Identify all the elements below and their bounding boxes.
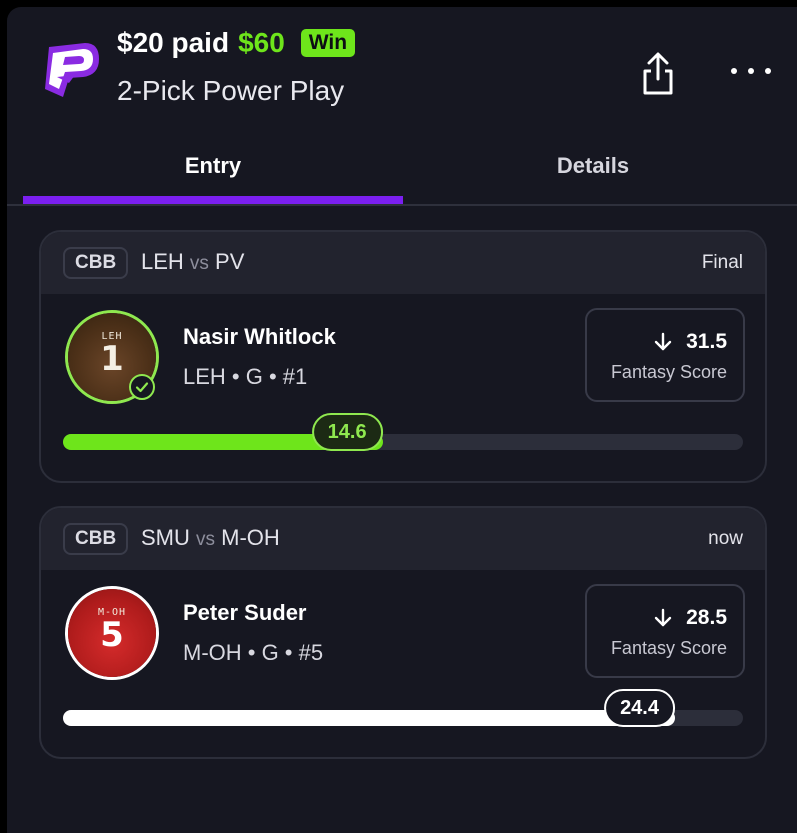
team-a: SMU bbox=[141, 525, 190, 550]
player-name: Peter Suder bbox=[183, 600, 307, 625]
projection-box: 28.5 Fantasy Score bbox=[585, 584, 745, 678]
tab-bar: Entry Details bbox=[7, 131, 797, 206]
team-b: M-OH bbox=[221, 525, 280, 550]
progress-track: 24.4 bbox=[63, 689, 743, 727]
player-meta: LEH • G • #1 bbox=[183, 364, 308, 389]
result-badge: Win bbox=[300, 29, 356, 57]
projection-line: 28.5 bbox=[652, 606, 727, 630]
paid-amount: $20 paid bbox=[117, 27, 230, 58]
arrow-down-icon bbox=[654, 608, 672, 627]
pick-card-header: CBB SMU vs M-OH now bbox=[41, 508, 765, 570]
tab-details[interactable]: Details bbox=[403, 131, 783, 201]
projection-box: 31.5 Fantasy Score bbox=[585, 308, 745, 402]
jersey-number: 1 bbox=[100, 338, 124, 379]
matchup: LEH vs PV bbox=[141, 249, 244, 275]
entry-header: $20 paid $60 Win 2-Pick Power Play bbox=[7, 7, 797, 127]
game-status: now bbox=[708, 528, 743, 549]
progress-track: 14.6 bbox=[63, 413, 743, 451]
pick-card[interactable]: CBB SMU vs M-OH now M-OH 5 Peter Suder M… bbox=[39, 506, 767, 759]
league-badge: CBB bbox=[63, 247, 129, 279]
stat-type: Fantasy Score bbox=[610, 638, 727, 658]
league-badge: CBB bbox=[63, 523, 129, 555]
entry-type: 2-Pick Power Play bbox=[117, 75, 345, 106]
tab-entry[interactable]: Entry bbox=[23, 131, 403, 201]
line-value: 31.5 bbox=[686, 330, 727, 353]
stat-type: Fantasy Score bbox=[610, 362, 727, 382]
player-name: Nasir Whitlock bbox=[183, 324, 336, 349]
pick-card-header: CBB LEH vs PV Final bbox=[41, 232, 765, 294]
current-value-pill: 24.4 bbox=[604, 689, 675, 727]
share-icon bbox=[643, 52, 673, 95]
payout-amount: $60 bbox=[238, 27, 285, 58]
team-a: LEH bbox=[141, 249, 184, 274]
app-root: $20 paid $60 Win 2-Pick Power Play Entry… bbox=[7, 7, 797, 833]
payout-summary: $20 paid $60 Win bbox=[117, 27, 356, 59]
share-button[interactable] bbox=[637, 51, 679, 97]
progress-fill bbox=[63, 710, 675, 726]
player-meta: M-OH • G • #5 bbox=[183, 640, 324, 665]
more-options-button[interactable] bbox=[731, 59, 771, 83]
jersey-image: M-OH 5 bbox=[68, 589, 156, 677]
prizepicks-logo-icon bbox=[39, 37, 103, 103]
vs-label: vs bbox=[189, 253, 209, 274]
current-value-pill: 14.6 bbox=[311, 413, 383, 451]
player-avatar: M-OH 5 bbox=[65, 586, 159, 680]
jersey-number: 5 bbox=[100, 614, 124, 655]
pick-card[interactable]: CBB LEH vs PV Final LEH 1 Nasir Whitlock… bbox=[39, 230, 767, 483]
team-b: PV bbox=[215, 249, 245, 274]
arrow-down-icon bbox=[654, 332, 672, 351]
active-tab-indicator bbox=[23, 196, 403, 204]
line-value: 28.5 bbox=[686, 606, 727, 629]
projection-line: 31.5 bbox=[652, 330, 727, 354]
more-horizontal-icon bbox=[731, 68, 737, 74]
check-icon bbox=[129, 374, 155, 400]
matchup: SMU vs M-OH bbox=[141, 525, 280, 551]
vs-label: vs bbox=[196, 529, 216, 550]
game-status: Final bbox=[701, 252, 743, 273]
